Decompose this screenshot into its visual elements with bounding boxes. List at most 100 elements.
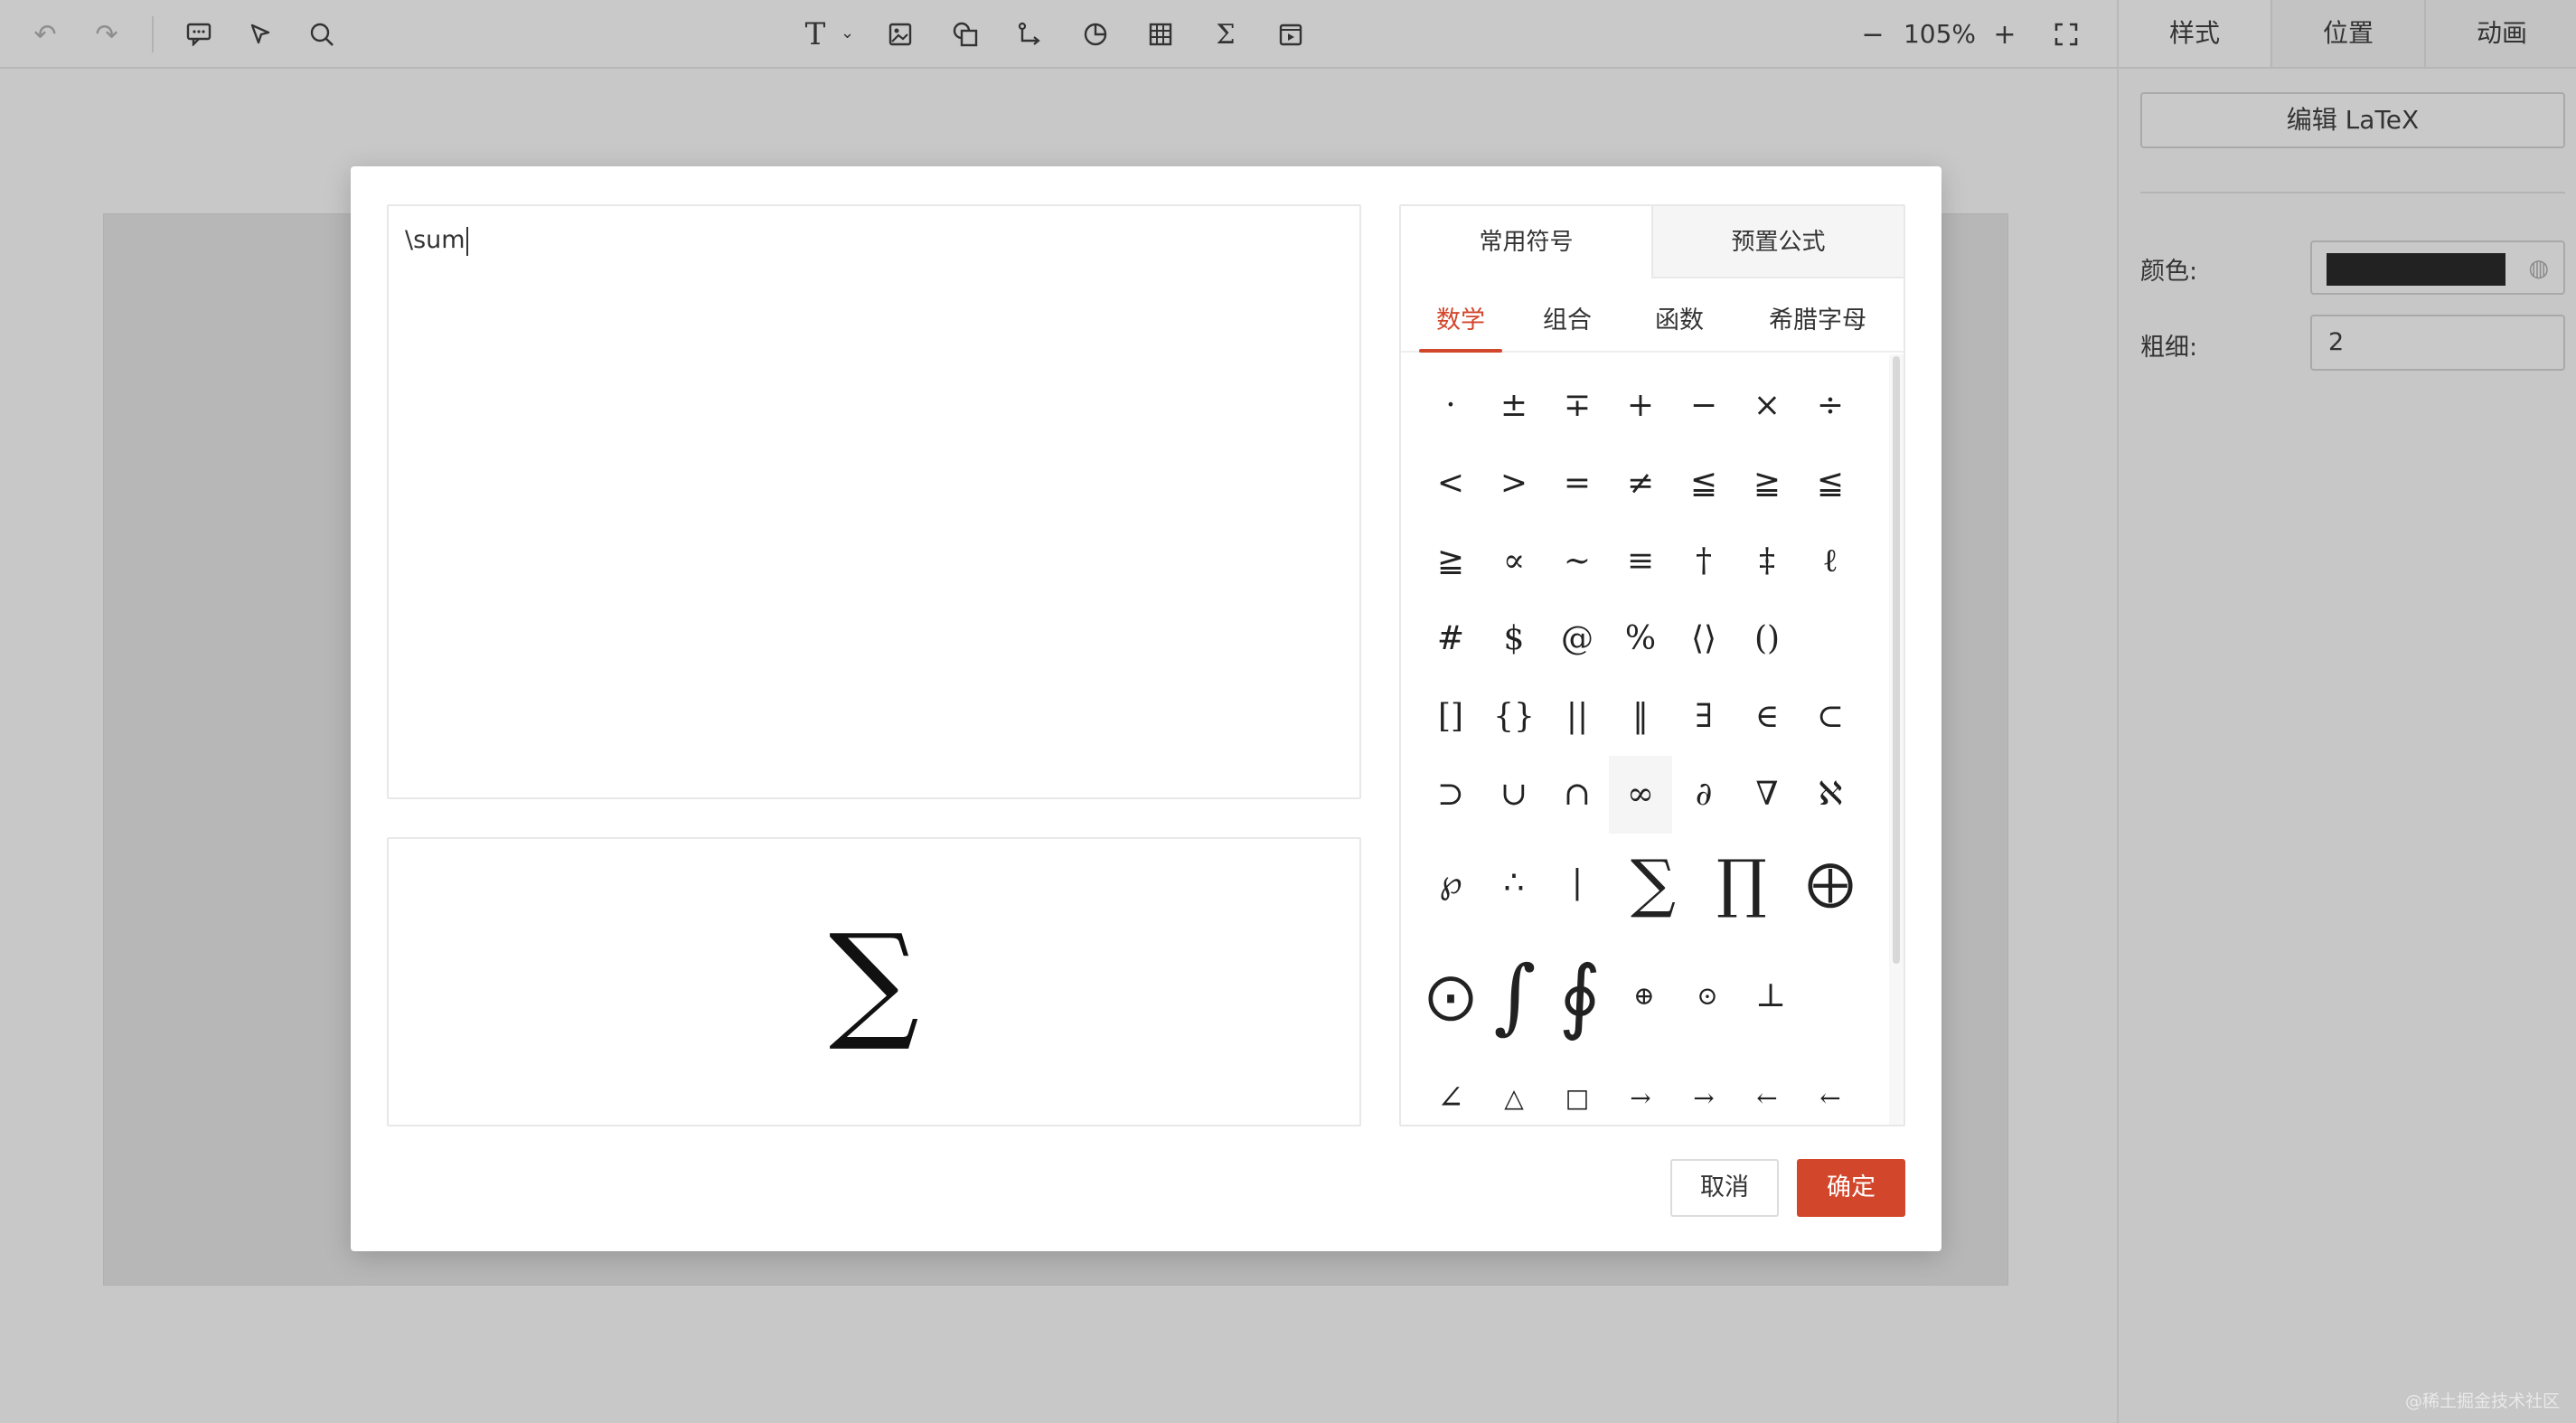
chevron-down-icon[interactable]: ⌄ — [841, 24, 854, 42]
symbol-minus[interactable]: − — [1672, 367, 1735, 445]
image-icon[interactable] — [879, 13, 922, 56]
symbol-gt[interactable]: > — [1482, 445, 1546, 523]
symbol-parentheses[interactable]: () — [1735, 600, 1799, 678]
symbol-cdot[interactable]: · — [1419, 367, 1482, 445]
table-icon-svg — [1149, 23, 1172, 46]
palette-icon[interactable]: ◍ — [2528, 255, 2549, 282]
symbol-angle-brackets[interactable]: ⟨⟩ — [1672, 600, 1735, 678]
shape-icon[interactable] — [944, 13, 987, 56]
zoom-in-button[interactable]: + — [1983, 13, 2026, 56]
redo-icon[interactable]: ↷ — [85, 13, 128, 56]
tab-position[interactable]: 位置 — [2272, 0, 2426, 67]
media-icon[interactable] — [1269, 13, 1312, 56]
symbol-nabla[interactable]: ∇ — [1735, 756, 1799, 834]
symbol-mid[interactable]: | — [1546, 834, 1609, 933]
symbol-neq[interactable]: ≠ — [1609, 445, 1672, 523]
symbol-leqq[interactable]: ≦ — [1672, 445, 1735, 523]
symbol-sum[interactable]: ∑ — [1609, 834, 1697, 933]
symbol-subset[interactable]: ⊂ — [1799, 678, 1862, 756]
comment-icon-svg — [186, 23, 212, 46]
symbol-equiv[interactable]: ≡ — [1609, 523, 1672, 600]
tab-combination[interactable]: 组合 — [1538, 300, 1596, 351]
symbol-brackets[interactable]: [] — [1419, 678, 1482, 756]
symbol-abs[interactable]: || — [1546, 678, 1609, 756]
symbol-ell[interactable]: ℓ — [1799, 523, 1862, 600]
symbol-bigodot[interactable]: ⨀ — [1419, 933, 1482, 1060]
latex-input-textarea[interactable]: \sum — [387, 204, 1361, 799]
symbol-partial[interactable]: ∂ — [1672, 756, 1735, 834]
symbol-sim[interactable]: ∼ — [1546, 523, 1609, 600]
symbol-eq[interactable]: = — [1546, 445, 1609, 523]
symbol-wp[interactable]: ℘ — [1419, 834, 1482, 933]
edit-latex-button[interactable]: 编辑 LaTeX — [2140, 92, 2565, 148]
symbol-dagger[interactable]: † — [1672, 523, 1735, 600]
symbol-gets[interactable]: ← — [1799, 1060, 1862, 1125]
symbol-rightarrow[interactable]: → — [1609, 1060, 1672, 1125]
symbol-mp[interactable]: ∓ — [1546, 367, 1609, 445]
symbol-plus[interactable]: + — [1609, 367, 1672, 445]
tab-functions[interactable]: 函数 — [1650, 300, 1708, 351]
confirm-button[interactable]: 确定 — [1797, 1159, 1905, 1217]
symbol-pm[interactable]: ± — [1482, 367, 1546, 445]
symbol-braces[interactable]: {} — [1482, 678, 1546, 756]
symbol-cap[interactable]: ∩ — [1546, 756, 1609, 834]
tab-style[interactable]: 样式 — [2119, 0, 2272, 67]
tab-common-symbols[interactable]: 常用符号 — [1401, 206, 1651, 278]
symbol-propto[interactable]: ∝ — [1482, 523, 1546, 600]
symbol-oint[interactable]: ∮ — [1547, 933, 1612, 1060]
symbol-percent[interactable]: % — [1609, 600, 1672, 678]
symbol-angle[interactable]: ∠ — [1419, 1060, 1482, 1125]
symbol-times[interactable]: × — [1735, 367, 1799, 445]
symbol-perp[interactable]: ⊥ — [1739, 933, 1802, 1060]
symbol-geqq[interactable]: ≧ — [1735, 445, 1799, 523]
color-picker[interactable]: ◍ — [2310, 240, 2565, 295]
connector-line-icon[interactable] — [1009, 13, 1052, 56]
symbol-odot[interactable]: ⊙ — [1676, 933, 1739, 1060]
symbol-triangle[interactable]: △ — [1482, 1060, 1546, 1125]
symbol-dollar[interactable]: $ — [1482, 600, 1546, 678]
fullscreen-icon[interactable] — [2045, 13, 2088, 56]
tab-greek-letters[interactable]: 希腊字母 — [1764, 300, 1871, 351]
weight-input[interactable]: 2 — [2310, 315, 2565, 371]
formula-icon[interactable]: Σ — [1204, 13, 1247, 56]
symbol-exists[interactable]: ∃ — [1672, 678, 1735, 756]
symbol-in[interactable]: ∈ — [1735, 678, 1799, 756]
undo-icon[interactable]: ↶ — [24, 13, 67, 56]
comment-icon[interactable] — [177, 13, 221, 56]
cancel-button[interactable]: 取消 — [1670, 1159, 1779, 1217]
symbol-prod[interactable]: ∏ — [1697, 834, 1786, 933]
symbol-ddagger[interactable]: ‡ — [1735, 523, 1799, 600]
symbol-leftarrow[interactable]: ← — [1735, 1060, 1799, 1125]
tab-animation[interactable]: 动画 — [2426, 0, 2576, 67]
symbol-bigoplus[interactable]: ⨁ — [1786, 834, 1875, 933]
symbol-aleph[interactable]: ℵ — [1799, 756, 1862, 834]
text-icon[interactable]: T — [794, 13, 837, 56]
symbol-div[interactable]: ÷ — [1799, 367, 1862, 445]
symbol-to[interactable]: → — [1672, 1060, 1735, 1125]
select-pointer-icon[interactable] — [239, 13, 282, 56]
tab-preset-formulas[interactable]: 预置公式 — [1651, 206, 1904, 278]
tab-math[interactable]: 数学 — [1421, 300, 1500, 351]
symbol-grid: · ± ∓ + − × ÷ < > = ≠ ≦ ≧ ≦ ≧ ∝ ∼ ≡ † ‡ … — [1401, 354, 1889, 1125]
symbol-lt[interactable]: < — [1419, 445, 1482, 523]
symbol-oplus[interactable]: ⊕ — [1612, 933, 1676, 1060]
table-icon[interactable] — [1139, 13, 1182, 56]
symbol-square[interactable]: □ — [1546, 1060, 1609, 1125]
symbol-geqq-alt[interactable]: ≧ — [1419, 523, 1482, 600]
symbol-scrollbar[interactable] — [1889, 354, 1904, 1125]
symbol-int[interactable]: ∫ — [1482, 933, 1547, 1060]
media-icon-svg — [1279, 24, 1302, 46]
symbol-at[interactable]: @ — [1546, 600, 1609, 678]
symbol-infty[interactable]: ∞ — [1609, 756, 1672, 834]
symbol-cup[interactable]: ∪ — [1482, 756, 1546, 834]
scrollbar-thumb[interactable] — [1893, 356, 1900, 964]
symbol-supset[interactable]: ⊃ — [1419, 756, 1482, 834]
symbol-hash[interactable]: # — [1419, 600, 1482, 678]
symbol-leqq-alt[interactable]: ≦ — [1799, 445, 1862, 523]
zoom-out-button[interactable]: − — [1851, 13, 1894, 56]
symbol-norm[interactable]: ‖ — [1609, 678, 1672, 756]
symbol-therefore[interactable]: ∴ — [1482, 834, 1546, 933]
search-icon[interactable] — [300, 13, 343, 56]
text-caret — [465, 226, 468, 256]
chart-icon[interactable] — [1074, 13, 1117, 56]
